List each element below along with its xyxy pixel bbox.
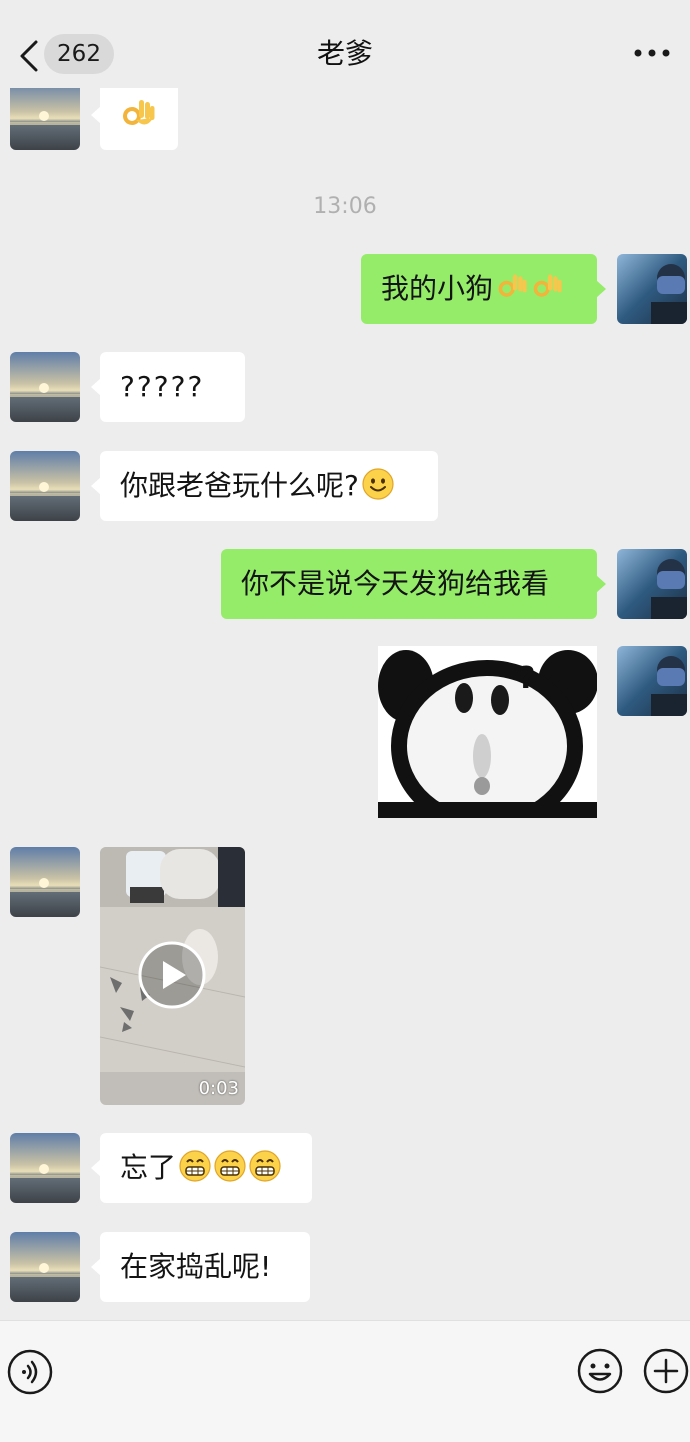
chat-title: 老爹 (316, 37, 373, 70)
ok-hand-emoji (533, 274, 562, 297)
grin-emoji (249, 1150, 281, 1182)
panda-sticker-image: ? (378, 646, 597, 818)
message-bubble-incoming[interactable]: ????? (91, 352, 245, 422)
message-bubble-emoji[interactable] (91, 88, 178, 150)
plus-button[interactable] (642, 1347, 690, 1395)
chat-header: 262 老爹 (0, 0, 690, 100)
sunset-avatar-image (10, 847, 80, 917)
message-text: 在家捣乱呢! (120, 1250, 272, 1283)
emoji-button[interactable] (576, 1347, 624, 1395)
message-text: 你跟老爸玩什么呢? (120, 469, 359, 502)
message-text: 你不是说今天发狗给我看 (241, 567, 550, 600)
voice-icon (7, 1349, 53, 1395)
message-bubble-incoming[interactable]: 忘了 (91, 1133, 312, 1203)
input-toolbar (0, 1320, 690, 1442)
more-dots-icon (634, 49, 670, 57)
sunset-avatar-image (10, 451, 80, 521)
contact-avatar[interactable] (10, 352, 80, 422)
voice-button[interactable] (7, 1349, 53, 1395)
sunset-avatar-image (10, 1232, 80, 1302)
message-bubble-outgoing[interactable]: 你不是说今天发狗给我看 (221, 549, 606, 619)
contact-avatar[interactable] (10, 451, 80, 521)
person-sea-avatar-image (617, 254, 687, 324)
video-message[interactable]: 0:03 (100, 847, 245, 1105)
person-sea-avatar-image (617, 646, 687, 716)
video-duration: 0:03 (198, 1078, 239, 1099)
sunset-avatar-image (10, 1133, 80, 1203)
message-text: 忘了 (120, 1151, 177, 1184)
video-thumbnail-image (100, 847, 245, 1105)
message-bubble-incoming[interactable]: 你跟老爸玩什么呢? (91, 451, 438, 521)
my-avatar[interactable] (617, 549, 687, 619)
emoji-icon (577, 1348, 623, 1394)
contact-avatar[interactable] (10, 1232, 80, 1302)
contact-avatar[interactable] (10, 847, 80, 917)
sunset-avatar-image (10, 352, 80, 422)
contact-avatar[interactable] (10, 88, 80, 150)
my-avatar[interactable] (617, 646, 687, 716)
timestamp: 13:06 (313, 194, 377, 219)
sunset-avatar-image (10, 88, 80, 150)
smile-emoji (362, 468, 394, 500)
more-button[interactable] (632, 38, 672, 68)
message-bubble-incoming[interactable]: 在家捣乱呢! (91, 1232, 310, 1302)
grin-emoji (179, 1150, 211, 1182)
message-list[interactable]: 13:06 我的小狗 ????? 你跟老爸玩什么呢? 你不是说今天发狗给我看 ?… (0, 88, 690, 1320)
ok-hand-emoji (123, 100, 155, 125)
contact-avatar[interactable] (10, 1133, 80, 1203)
person-sea-avatar-image (617, 549, 687, 619)
panda-question-sticker[interactable]: ? (378, 646, 597, 818)
plus-icon (643, 1348, 689, 1394)
message-bubble-outgoing[interactable]: 我的小狗 (361, 254, 606, 324)
svg-text:?: ? (518, 661, 535, 696)
message-text: 我的小狗 (381, 272, 494, 305)
my-avatar[interactable] (617, 254, 687, 324)
ok-hand-emoji (498, 274, 527, 297)
grin-emoji (214, 1150, 246, 1182)
message-text: ????? (120, 370, 205, 403)
